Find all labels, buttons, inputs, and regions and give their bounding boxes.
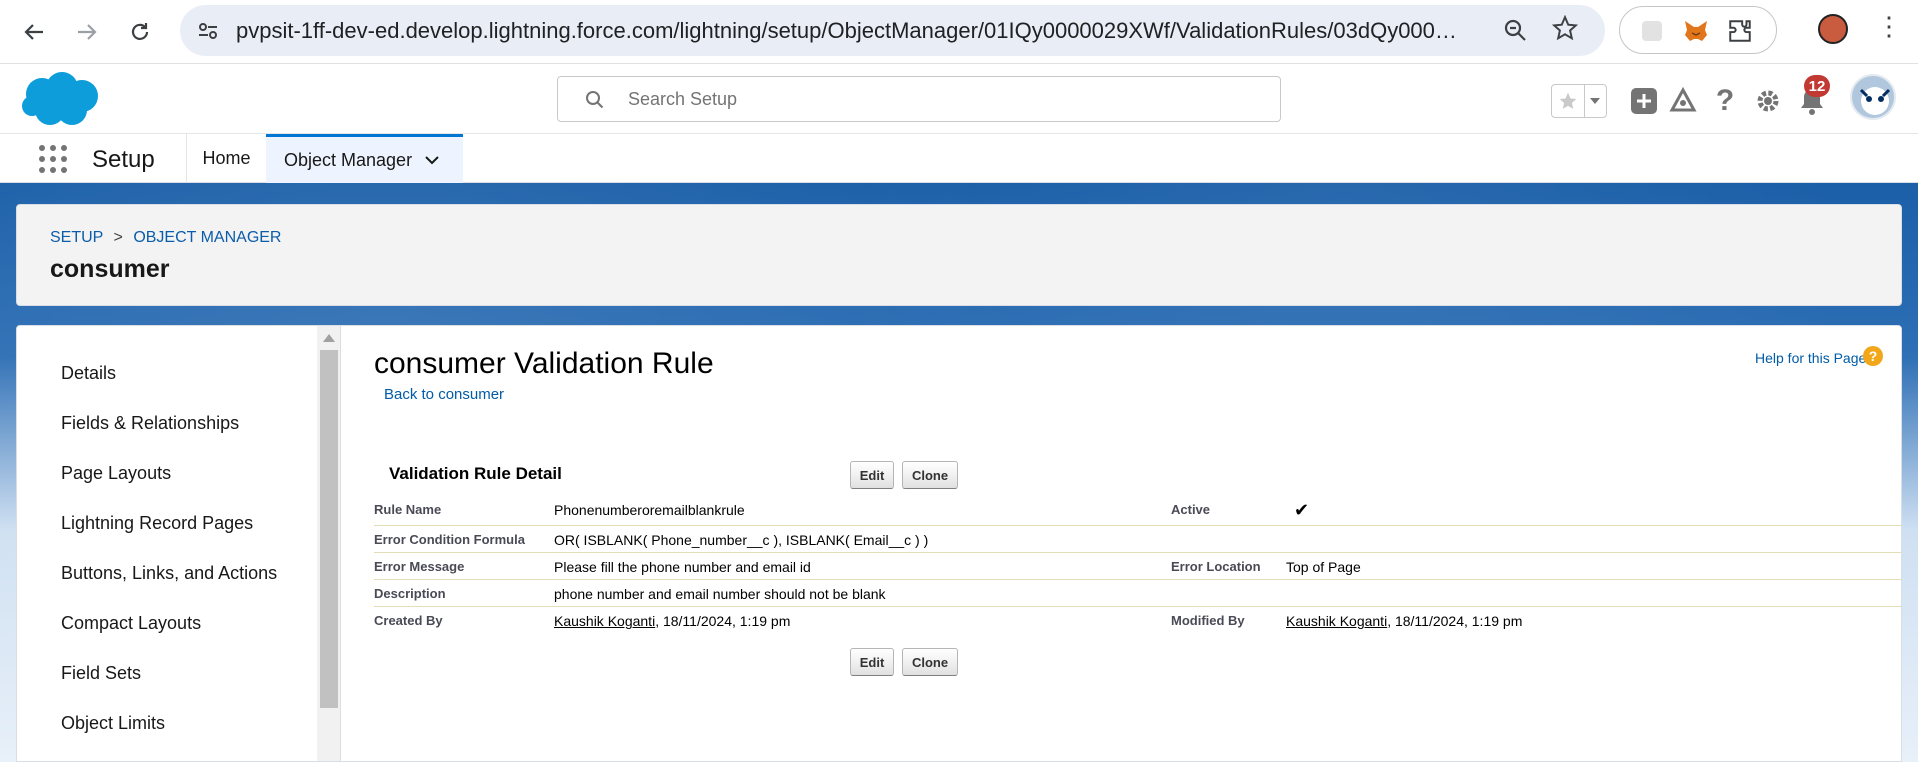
created-by-label: Created By <box>374 613 443 628</box>
app-launcher-icon[interactable] <box>39 145 67 173</box>
modified-by-user-link[interactable]: Kaushik Koganti <box>1286 613 1387 629</box>
site-settings-icon[interactable] <box>194 17 222 45</box>
edit-button-bottom[interactable]: Edit <box>850 648 894 676</box>
breadcrumb-object-manager-link[interactable]: OBJECT MANAGER <box>133 229 281 246</box>
clone-button-bottom[interactable]: Clone <box>902 648 958 676</box>
salesforce-logo[interactable] <box>20 70 102 128</box>
reload-icon[interactable] <box>120 12 160 52</box>
help-for-page-link[interactable]: Help for this Page <box>1755 350 1866 366</box>
app-name: Setup <box>92 146 155 173</box>
modified-by-label: Modified By <box>1171 613 1245 628</box>
description-value: phone number and email number should not… <box>554 586 886 602</box>
tab-home[interactable]: Home <box>186 134 266 183</box>
created-by-date: , 18/11/2024, 1:19 pm <box>655 613 791 629</box>
global-actions-plus-icon[interactable] <box>1627 84 1661 118</box>
section-title: Validation Rule Detail <box>389 464 562 483</box>
modified-by-date: , 18/11/2024, 1:19 pm <box>1387 613 1523 629</box>
modified-by-value: Kaushik Koganti, 18/11/2024, 1:19 pm <box>1286 613 1522 629</box>
user-avatar[interactable] <box>1850 74 1896 120</box>
address-bar[interactable]: pvpsit-1ff-dev-ed.develop.lightning.forc… <box>180 5 1605 56</box>
validation-rule-content: consumer Validation Rule Back to consume… <box>342 326 1901 761</box>
forward-arrow-icon[interactable] <box>67 12 107 52</box>
detail-row: Error Condition Formula OR( ISBLANK( Pho… <box>374 526 1901 553</box>
rule-name-value: Phonenumberoremailblankrule <box>554 502 745 518</box>
search-input[interactable] <box>626 85 1226 113</box>
browser-profile-avatar[interactable] <box>1818 14 1848 44</box>
search-icon <box>586 91 604 109</box>
notification-count-badge: 12 <box>1804 75 1830 97</box>
extensions-group <box>1619 6 1777 54</box>
error-location-value: Top of Page <box>1286 559 1361 575</box>
tab-object-manager[interactable]: Object Manager <box>266 134 463 183</box>
detail-row: Error Message Please fill the phone numb… <box>374 553 1901 580</box>
sidebar-scrollbar[interactable] <box>317 326 341 761</box>
active-label: Active <box>1171 502 1211 517</box>
breadcrumb-separator: > <box>113 229 123 246</box>
scrollbar-thumb[interactable] <box>320 350 338 708</box>
bookmark-star-icon[interactable] <box>1551 14 1579 48</box>
help-question-icon[interactable]: ? <box>1863 346 1883 366</box>
error-message-label: Error Message <box>374 559 465 574</box>
sidebar-item-compact-layouts[interactable]: Compact Layouts <box>61 613 201 634</box>
object-header: SETUP > OBJECT MANAGER consumer <box>16 204 1902 306</box>
sidebar-item-fields-relationships[interactable]: Fields & Relationships <box>61 413 239 434</box>
zoom-icon[interactable] <box>1502 17 1530 45</box>
sidebar-item-lightning-record-pages[interactable]: Lightning Record Pages <box>61 513 253 534</box>
tab-object-manager-label: Object Manager <box>284 149 413 170</box>
detail-row: Created By Kaushik Koganti, 18/11/2024, … <box>374 607 1901 634</box>
global-header: ? 12 <box>0 64 1918 134</box>
detail-row: Description phone number and email numbe… <box>374 580 1901 607</box>
help-question-icon[interactable]: ? <box>1708 84 1742 118</box>
trailhead-guidance-icon[interactable] <box>1666 84 1700 118</box>
error-location-label: Error Location <box>1171 559 1261 574</box>
detail-table: Rule Name Phonenumberoremailblankrule Ac… <box>374 496 1901 634</box>
created-by-user-link[interactable]: Kaushik Koganti <box>554 613 655 629</box>
error-message-value: Please fill the phone number and email i… <box>554 559 811 575</box>
metamask-fox-icon[interactable] <box>1682 17 1710 45</box>
browser-toolbar: pvpsit-1ff-dev-ed.develop.lightning.forc… <box>0 0 1918 64</box>
sidebar-item-buttons-links-actions[interactable]: Buttons, Links, and Actions <box>61 563 277 584</box>
favorites-button[interactable] <box>1551 84 1607 118</box>
favorites-dropdown-icon[interactable] <box>1585 85 1606 117</box>
extension-gray-icon[interactable] <box>1638 17 1666 45</box>
object-title: consumer <box>50 255 170 283</box>
scroll-up-arrow-icon[interactable] <box>323 334 335 342</box>
url-text[interactable]: pvpsit-1ff-dev-ed.develop.lightning.forc… <box>236 18 1466 44</box>
active-checkmark-icon: ✔ <box>1294 500 1310 520</box>
context-navigation: Setup Home Object Manager <box>0 134 1918 183</box>
breadcrumb: SETUP > OBJECT MANAGER <box>50 229 281 247</box>
clone-button-top[interactable]: Clone <box>902 461 958 489</box>
description-label: Description <box>374 586 446 601</box>
browser-menu-icon[interactable]: ⋮ <box>1876 13 1902 39</box>
setup-gear-icon[interactable] <box>1751 84 1785 118</box>
sidebar-item-field-sets[interactable]: Field Sets <box>61 663 141 684</box>
breadcrumb-setup-link[interactable]: SETUP <box>50 229 103 246</box>
content-card: Details Fields & Relationships Page Layo… <box>16 325 1902 762</box>
search-box[interactable] <box>557 76 1281 122</box>
formula-label: Error Condition Formula <box>374 532 525 547</box>
extensions-puzzle-icon[interactable] <box>1726 17 1754 45</box>
sidebar-item-object-limits[interactable]: Object Limits <box>61 713 165 734</box>
sidebar-item-page-layouts[interactable]: Page Layouts <box>61 463 171 484</box>
favorite-star-icon[interactable] <box>1552 85 1585 117</box>
chevron-down-icon[interactable] <box>423 151 441 169</box>
rule-name-label: Rule Name <box>374 502 442 517</box>
back-to-consumer-link[interactable]: Back to consumer <box>384 386 504 403</box>
object-manager-sidebar: Details Fields & Relationships Page Layo… <box>17 326 317 761</box>
formula-value: OR( ISBLANK( Phone_number__c ), ISBLANK(… <box>554 532 929 548</box>
sidebar-item-details[interactable]: Details <box>61 363 116 384</box>
edit-button-top[interactable]: Edit <box>850 461 894 489</box>
detail-row: Rule Name Phonenumberoremailblankrule Ac… <box>374 496 1901 526</box>
page-title: consumer Validation Rule <box>374 347 714 380</box>
back-arrow-icon[interactable] <box>14 12 54 52</box>
created-by-value: Kaushik Koganti, 18/11/2024, 1:19 pm <box>554 613 790 629</box>
